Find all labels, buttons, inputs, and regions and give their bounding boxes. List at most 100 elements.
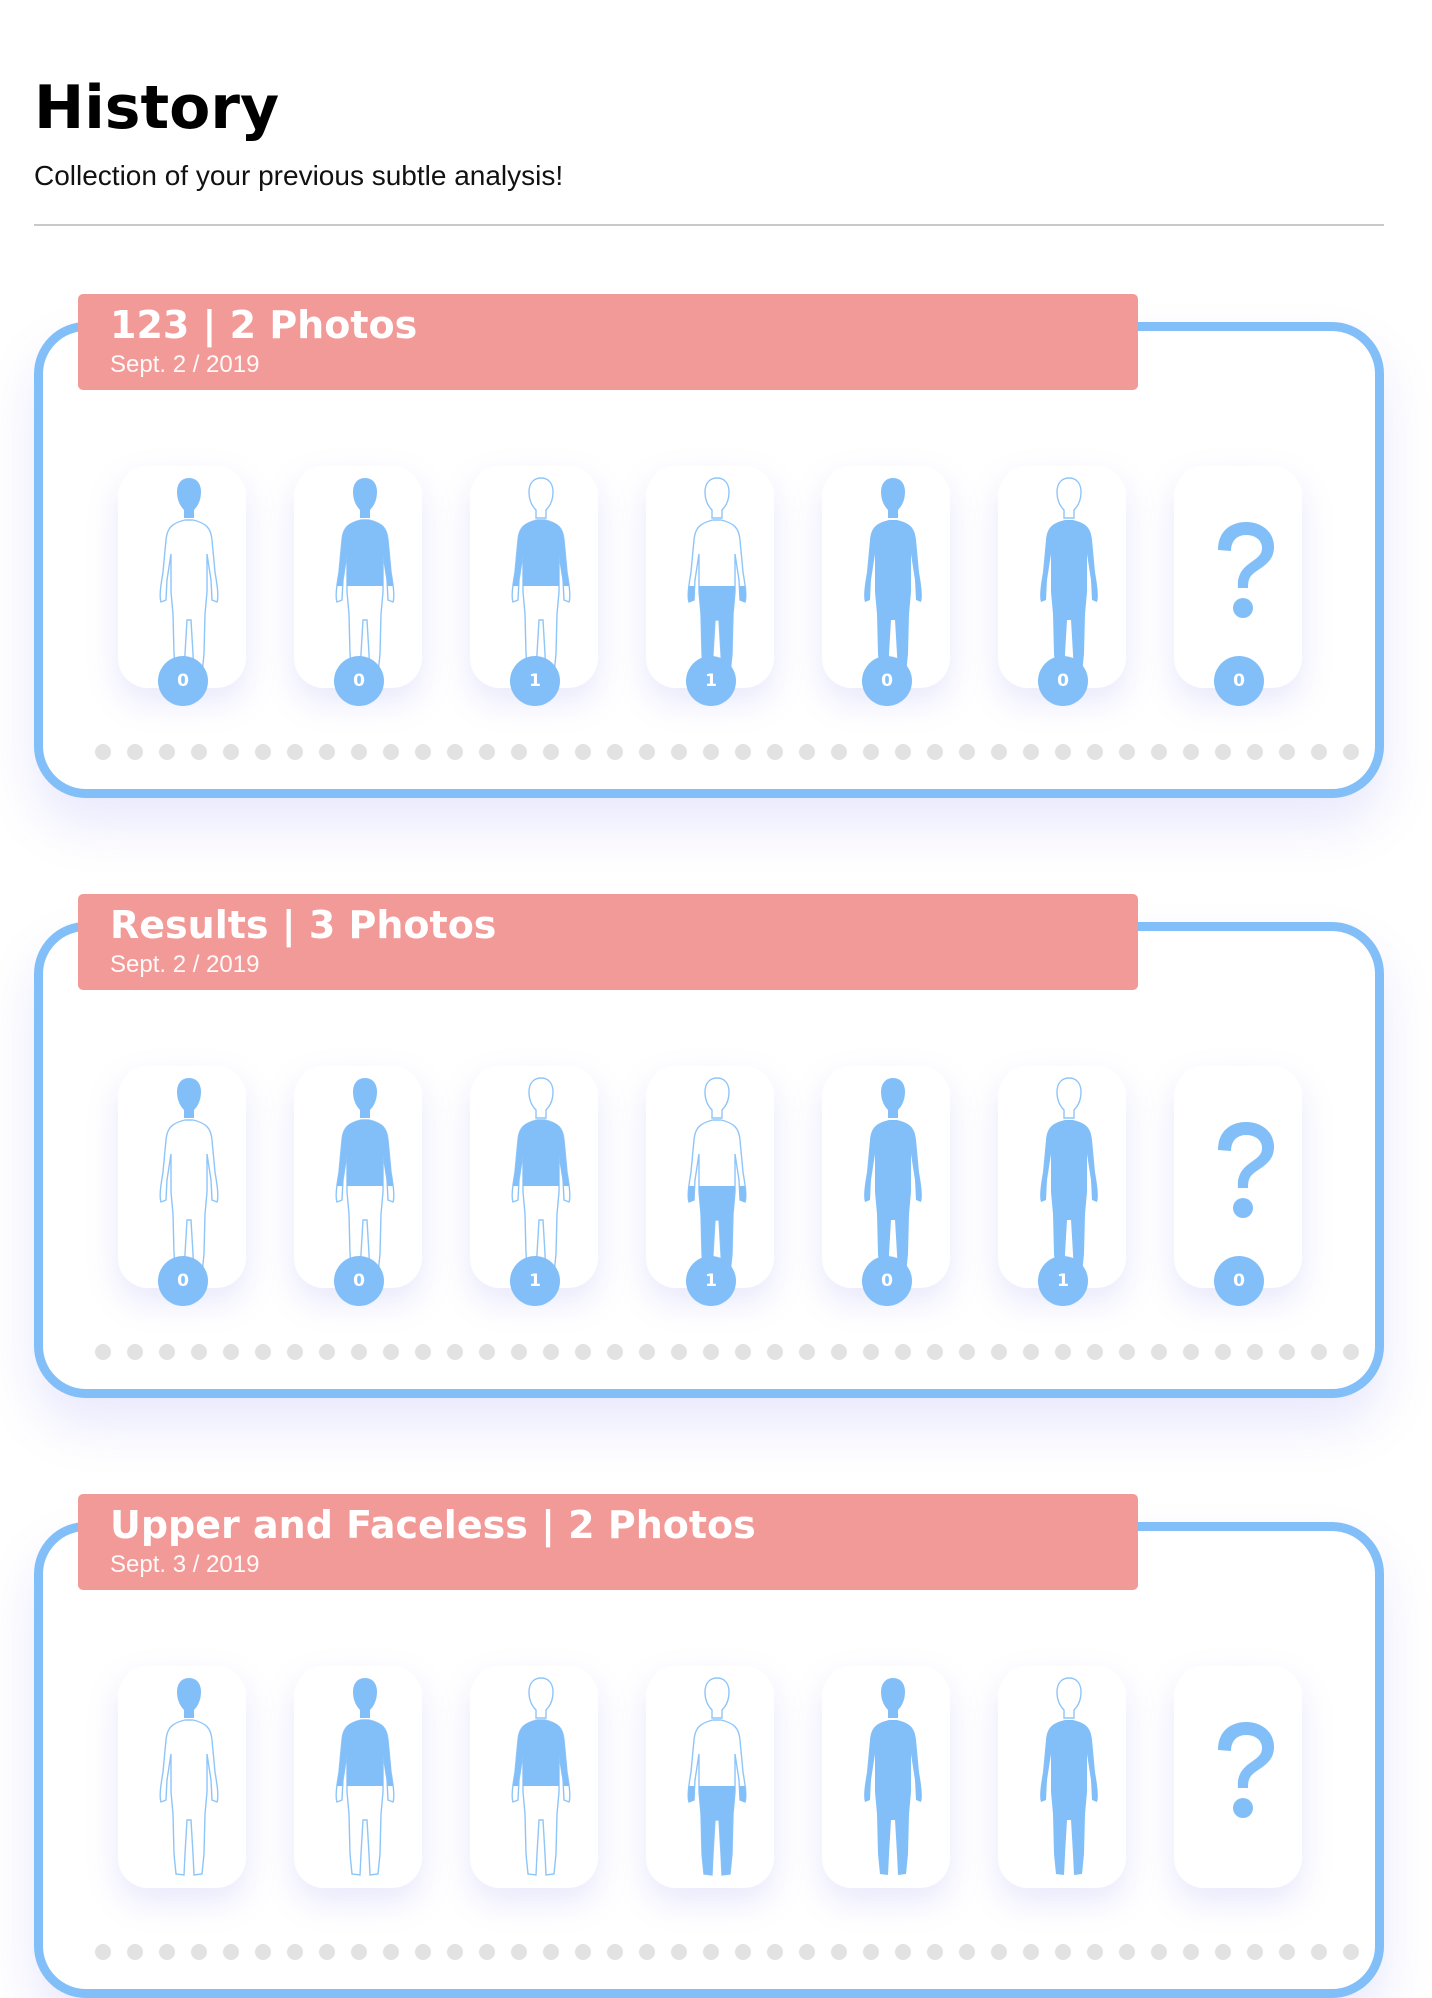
pager-dot[interactable] — [1151, 744, 1167, 760]
pager-dot[interactable] — [543, 744, 559, 760]
pager-dot[interactable] — [319, 1944, 335, 1960]
figure-tile[interactable]: 1 — [470, 466, 598, 706]
pager-dot[interactable] — [1343, 1944, 1359, 1960]
pager-dot[interactable] — [223, 744, 239, 760]
pager-dot[interactable] — [1119, 1344, 1135, 1360]
pager-dot[interactable] — [543, 1944, 559, 1960]
pager-dot[interactable] — [447, 744, 463, 760]
pager-dot[interactable] — [511, 1944, 527, 1960]
pager-dot[interactable] — [703, 1944, 719, 1960]
pager-dot[interactable] — [671, 1344, 687, 1360]
pager-dot[interactable] — [415, 1344, 431, 1360]
pager-dot[interactable] — [383, 1344, 399, 1360]
figure-tile[interactable]: 1 — [470, 1066, 598, 1306]
pager-dot[interactable] — [1247, 744, 1263, 760]
figure-tile[interactable]: 0 — [294, 466, 422, 706]
pager-dot[interactable] — [1279, 1344, 1295, 1360]
card-banner[interactable]: Results | 3 Photos Sept. 2 / 2019 — [78, 894, 1138, 990]
pager-dot[interactable] — [895, 1344, 911, 1360]
pager-dot[interactable] — [671, 744, 687, 760]
pager-dot[interactable] — [1023, 1344, 1039, 1360]
pager-dot[interactable] — [959, 1944, 975, 1960]
history-card[interactable]: 123 | 2 Photos Sept. 2 / 2019 0 0 1 1 0 … — [34, 294, 1384, 798]
pager-dot[interactable] — [511, 744, 527, 760]
pager-dot[interactable] — [1087, 1344, 1103, 1360]
pager-dot[interactable] — [991, 1344, 1007, 1360]
pager-dot[interactable] — [1183, 744, 1199, 760]
figure-tile[interactable]: 1 — [646, 466, 774, 706]
pager-dot[interactable] — [831, 1944, 847, 1960]
pager-dot[interactable] — [735, 1344, 751, 1360]
figure-tile[interactable] — [118, 1666, 246, 1888]
pager-dot[interactable] — [1279, 744, 1295, 760]
pager-dot[interactable] — [1343, 744, 1359, 760]
pager-dot[interactable] — [1055, 1344, 1071, 1360]
pager-dot[interactable] — [895, 744, 911, 760]
pager-dot[interactable] — [415, 1944, 431, 1960]
pager-dot[interactable] — [639, 1344, 655, 1360]
pager-dot[interactable] — [95, 1944, 111, 1960]
pager-dot[interactable] — [191, 744, 207, 760]
figure-tile[interactable]: 0 — [294, 1066, 422, 1306]
pager-dot[interactable] — [415, 744, 431, 760]
card-banner[interactable]: 123 | 2 Photos Sept. 2 / 2019 — [78, 294, 1138, 390]
pager-dot[interactable] — [1311, 1944, 1327, 1960]
pager-dot[interactable] — [991, 1944, 1007, 1960]
figure-tile[interactable] — [470, 1666, 598, 1888]
pager-dot[interactable] — [319, 1344, 335, 1360]
figure-tile[interactable] — [1174, 1666, 1302, 1888]
pager-dot[interactable] — [191, 1944, 207, 1960]
pager-dot[interactable] — [1247, 1944, 1263, 1960]
pager-dot[interactable] — [767, 1344, 783, 1360]
pager-dot[interactable] — [1055, 744, 1071, 760]
pager-dot[interactable] — [383, 744, 399, 760]
pager-dot[interactable] — [319, 744, 335, 760]
figure-tile[interactable]: 0 — [118, 1066, 246, 1306]
pager-dot[interactable] — [191, 1344, 207, 1360]
pager-dot[interactable] — [607, 744, 623, 760]
pager-dot[interactable] — [223, 1344, 239, 1360]
pager-dot[interactable] — [799, 744, 815, 760]
pager-dot[interactable] — [927, 744, 943, 760]
pager-dot[interactable] — [927, 1344, 943, 1360]
pager-dot[interactable] — [735, 1944, 751, 1960]
pager-dot[interactable] — [287, 1344, 303, 1360]
pager-dot[interactable] — [575, 744, 591, 760]
pager-dot[interactable] — [127, 1944, 143, 1960]
pager-dot[interactable] — [1055, 1944, 1071, 1960]
figure-tile[interactable] — [822, 1666, 950, 1888]
pager-dot[interactable] — [223, 1944, 239, 1960]
pager-dot[interactable] — [479, 744, 495, 760]
pager-dot[interactable] — [1023, 1944, 1039, 1960]
pager-dot[interactable] — [95, 1344, 111, 1360]
pager-dot[interactable] — [479, 1944, 495, 1960]
pager-dot[interactable] — [991, 744, 1007, 760]
figure-tile[interactable]: 0 — [822, 466, 950, 706]
pager-dot[interactable] — [799, 1344, 815, 1360]
pager-dot[interactable] — [799, 1944, 815, 1960]
pager-dot[interactable] — [1183, 1944, 1199, 1960]
pager-dot[interactable] — [287, 1944, 303, 1960]
figure-tile[interactable]: 0 — [118, 466, 246, 706]
pager-dot[interactable] — [1023, 744, 1039, 760]
pager-dot[interactable] — [639, 1944, 655, 1960]
history-card[interactable]: Upper and Faceless | 2 Photos Sept. 3 / … — [34, 1494, 1384, 1998]
pager-dot[interactable] — [255, 1944, 271, 1960]
pager-dot[interactable] — [543, 1344, 559, 1360]
pager-dot[interactable] — [351, 1344, 367, 1360]
pager-dot[interactable] — [1215, 744, 1231, 760]
pager-dot[interactable] — [383, 1944, 399, 1960]
pager-dot[interactable] — [607, 1344, 623, 1360]
pager-dot[interactable] — [1279, 1944, 1295, 1960]
pager-dot[interactable] — [1343, 1344, 1359, 1360]
pager-dot[interactable] — [895, 1944, 911, 1960]
pager-dot[interactable] — [575, 1944, 591, 1960]
pager-dot[interactable] — [927, 1944, 943, 1960]
pager-dot[interactable] — [863, 744, 879, 760]
pager-dot[interactable] — [959, 744, 975, 760]
pager-dot[interactable] — [575, 1344, 591, 1360]
figure-tile[interactable] — [294, 1666, 422, 1888]
figure-tile[interactable]: 0 — [998, 466, 1126, 706]
pager-dot[interactable] — [831, 1344, 847, 1360]
pager-dot[interactable] — [831, 744, 847, 760]
